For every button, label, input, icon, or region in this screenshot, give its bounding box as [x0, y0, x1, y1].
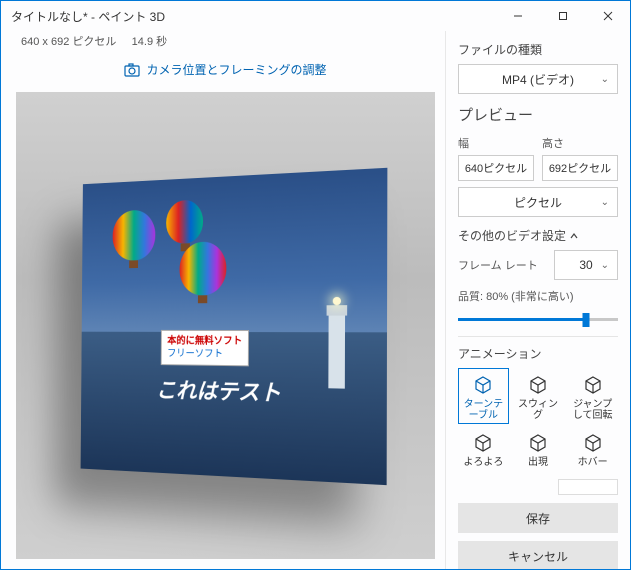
anim-appear[interactable]: 出現	[513, 426, 564, 471]
height-label: 高さ	[542, 135, 618, 151]
canvas-dimensions: 640 x 692 ピクセル	[21, 36, 116, 48]
slider-fill	[458, 318, 586, 321]
file-type-dropdown[interactable]: MP4 (ビデオ) ⌄	[458, 64, 618, 94]
file-type-label: ファイルの種類	[458, 41, 618, 58]
other-video-settings-toggle[interactable]: その他のビデオ設定	[458, 227, 618, 244]
app-window: タイトルなし* - ペイント 3D 640 x 692 ピクセル 14.9 秒	[0, 0, 631, 570]
height-input[interactable]: 692ピクセル	[542, 155, 618, 181]
canvas-duration: 14.9 秒	[132, 36, 167, 48]
file-type-value: MP4 (ビデオ)	[502, 71, 574, 88]
chevron-up-icon	[570, 232, 578, 240]
overlay-test-text: これはテスト	[155, 372, 280, 407]
chevron-down-icon: ⌄	[601, 197, 609, 208]
cube-icon	[459, 373, 508, 397]
content-area: 640 x 692 ピクセル 14.9 秒 カメラ位置とフレーミングの調整	[1, 31, 630, 569]
minimize-button[interactable]	[495, 1, 540, 31]
misc-field[interactable]	[558, 479, 618, 495]
save-button[interactable]: 保存	[458, 503, 618, 533]
divider	[458, 336, 618, 337]
preview-section-label: プレビュー	[458, 104, 618, 125]
chevron-down-icon: ⌄	[601, 74, 609, 85]
quality-label: 品質: 80% (非常に高い)	[458, 288, 618, 304]
cube-icon	[514, 431, 563, 455]
settings-panel: ファイルの種類 MP4 (ビデオ) ⌄ プレビュー 幅 高さ 640ピクセル	[445, 31, 630, 569]
overlay-line1: 本的に無料ソフト	[167, 334, 242, 347]
overlay-label-box: 本的に無料ソフト フリーソフト	[160, 329, 248, 365]
framerate-dropdown[interactable]: 30 ⌄	[554, 250, 618, 280]
quality-slider[interactable]	[458, 310, 618, 328]
titlebar: タイトルなし* - ペイント 3D	[1, 1, 630, 31]
anim-turntable[interactable]: ターンテーブル	[458, 368, 509, 424]
anim-swing[interactable]: スウィング	[513, 368, 564, 424]
anim-wobble[interactable]: よろよろ	[458, 426, 509, 471]
camera-framing-button[interactable]: カメラ位置とフレーミングの調整	[114, 57, 336, 82]
camera-icon	[124, 63, 140, 77]
framerate-label: フレーム レート	[458, 257, 546, 273]
chevron-down-icon: ⌄	[601, 260, 609, 271]
width-input[interactable]: 640ピクセル	[458, 155, 534, 181]
animation-label: アニメーション	[458, 345, 618, 362]
anim-jump-rotate[interactable]: ジャンプして回転	[567, 368, 618, 424]
canvas-meta: 640 x 692 ピクセル 14.9 秒	[21, 33, 435, 49]
cube-icon	[459, 431, 508, 455]
cube-icon	[568, 431, 617, 455]
close-button[interactable]	[585, 1, 630, 31]
left-pane: 640 x 692 ピクセル 14.9 秒 カメラ位置とフレーミングの調整	[1, 31, 445, 569]
cube-icon	[568, 373, 617, 397]
anim-hover[interactable]: ホバー	[567, 426, 618, 471]
cube-icon	[514, 373, 563, 397]
canvas-3d: 本的に無料ソフト フリーソフト これはテスト	[80, 167, 387, 484]
unit-dropdown[interactable]: ピクセル ⌄	[458, 187, 618, 217]
titlebar-buttons	[495, 1, 630, 31]
unit-value: ピクセル	[514, 194, 562, 211]
width-label: 幅	[458, 135, 534, 151]
window-title: タイトルなし* - ペイント 3D	[11, 8, 165, 25]
cancel-button[interactable]: キャンセル	[458, 541, 618, 569]
animation-grid: ターンテーブル スウィング ジャンプして回転 よろよろ 出現	[458, 368, 618, 471]
overlay-line2: フリーソフト	[167, 347, 242, 361]
preview-viewport[interactable]: 本的に無料ソフト フリーソフト これはテスト	[16, 92, 435, 559]
framerate-value: 30	[579, 258, 592, 272]
slider-thumb[interactable]	[583, 313, 590, 327]
camera-button-label: カメラ位置とフレーミングの調整	[146, 61, 326, 78]
maximize-button[interactable]	[540, 1, 585, 31]
